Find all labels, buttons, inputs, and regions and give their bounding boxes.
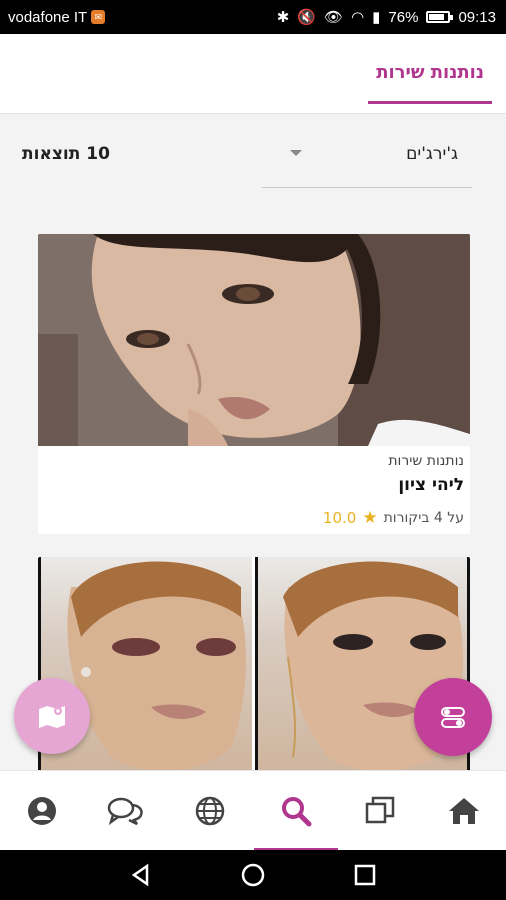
carrier-name: vodafone IT	[8, 8, 88, 26]
system-navigation	[0, 850, 506, 900]
card-category: נותנות שירות	[388, 453, 464, 469]
nav-search[interactable]	[254, 771, 338, 851]
carrier: vodafone IT ✉	[8, 8, 106, 26]
rating-row: 10.0 ★ על 4 ביקורות	[323, 508, 464, 528]
chat-icon	[107, 797, 143, 826]
provider-card-2[interactable]	[38, 557, 470, 772]
filter-button[interactable]	[414, 678, 492, 756]
chevron-down-icon	[290, 150, 302, 156]
home-icon	[449, 798, 479, 824]
nav-globe[interactable]	[168, 771, 252, 851]
nav-copy[interactable]	[338, 771, 422, 851]
mute-icon: 🔇	[297, 9, 317, 26]
home-system-button[interactable]	[240, 862, 266, 888]
category-dropdown[interactable]: ג'ירג'ים	[262, 130, 472, 188]
nav-chat[interactable]	[84, 771, 168, 851]
back-button[interactable]	[128, 862, 154, 888]
map-view-button[interactable]	[14, 678, 90, 754]
wifi-icon: ◠	[351, 9, 365, 26]
carrier-badge-icon: ✉	[91, 10, 106, 24]
results-count: 10 תוצאות	[22, 144, 110, 164]
back-icon	[131, 863, 149, 887]
battery-percent: 76%	[388, 8, 419, 26]
top-tabs: נותנות שירות	[0, 34, 506, 114]
profile-icon	[28, 797, 56, 825]
bottom-navigation	[0, 770, 506, 851]
tab-service-providers[interactable]: נותנות שירות	[368, 62, 492, 104]
tab-indicator	[368, 101, 492, 104]
status-icons: ✱ 🔇 👁 ◠ ▮ 76% 09:13	[276, 8, 496, 27]
provider-name: ליהי ציון	[398, 475, 464, 495]
copy-icon	[365, 796, 395, 824]
toggles-icon	[441, 707, 465, 728]
star-icon: ★	[362, 508, 378, 528]
map-icon	[39, 706, 65, 728]
nav-profile[interactable]	[0, 771, 84, 851]
provider-photo	[38, 234, 470, 446]
recents-button[interactable]	[352, 862, 378, 888]
dropdown-value: ג'ירג'ים	[406, 144, 458, 164]
square-recents-icon	[354, 864, 376, 886]
rating-score: 10.0	[322, 509, 357, 527]
battery-icon	[426, 11, 454, 23]
globe-icon	[195, 796, 225, 826]
eye-icon: 👁	[324, 9, 344, 26]
signal-icon: ▮	[372, 9, 381, 26]
search-icon	[282, 797, 312, 827]
circle-home-icon	[241, 863, 265, 887]
bluetooth-icon: ✱	[276, 9, 290, 26]
tab-label: נותנות שירות	[376, 62, 484, 83]
provider-card[interactable]: נותנות שירות ליהי ציון 10.0 ★ על 4 ביקור…	[38, 234, 470, 534]
clock: 09:13	[458, 8, 496, 26]
review-count: על 4 ביקורות	[383, 510, 464, 526]
status-bar: vodafone IT ✉ ✱ 🔇 👁 ◠ ▮ 76% 09:13	[0, 0, 506, 34]
portrait-image	[38, 234, 470, 446]
nav-home[interactable]	[422, 771, 506, 851]
